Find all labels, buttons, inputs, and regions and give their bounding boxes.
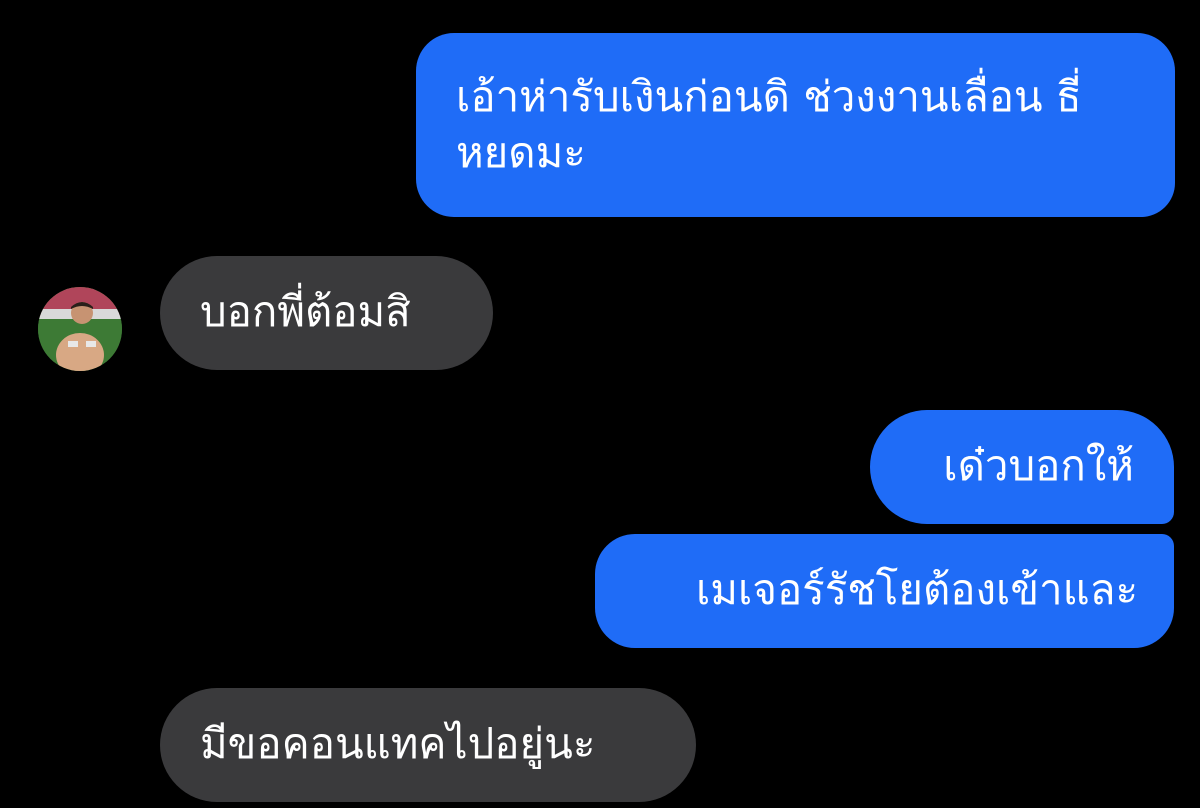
incoming-message-bubble[interactable]: บอกพี่ต้อมสิ bbox=[160, 256, 493, 370]
outgoing-message-bubble[interactable]: เด๋วบอกให้ bbox=[870, 410, 1174, 524]
outgoing-message-bubble[interactable]: เอ้าห่ารับเงินก่อนดิ ช่วงงานเลื่อน ธี่หย… bbox=[416, 33, 1175, 217]
outgoing-message-bubble[interactable]: เมเจอร์รัชโยต้องเข้าและ bbox=[595, 534, 1174, 648]
contact-avatar-icon[interactable] bbox=[38, 287, 122, 371]
chat-thread: เอ้าห่ารับเงินก่อนดิ ช่วงงานเลื่อน ธี่หย… bbox=[0, 0, 1200, 808]
incoming-message-bubble[interactable]: มีขอคอนแทคไปอยู่นะ bbox=[160, 688, 696, 802]
